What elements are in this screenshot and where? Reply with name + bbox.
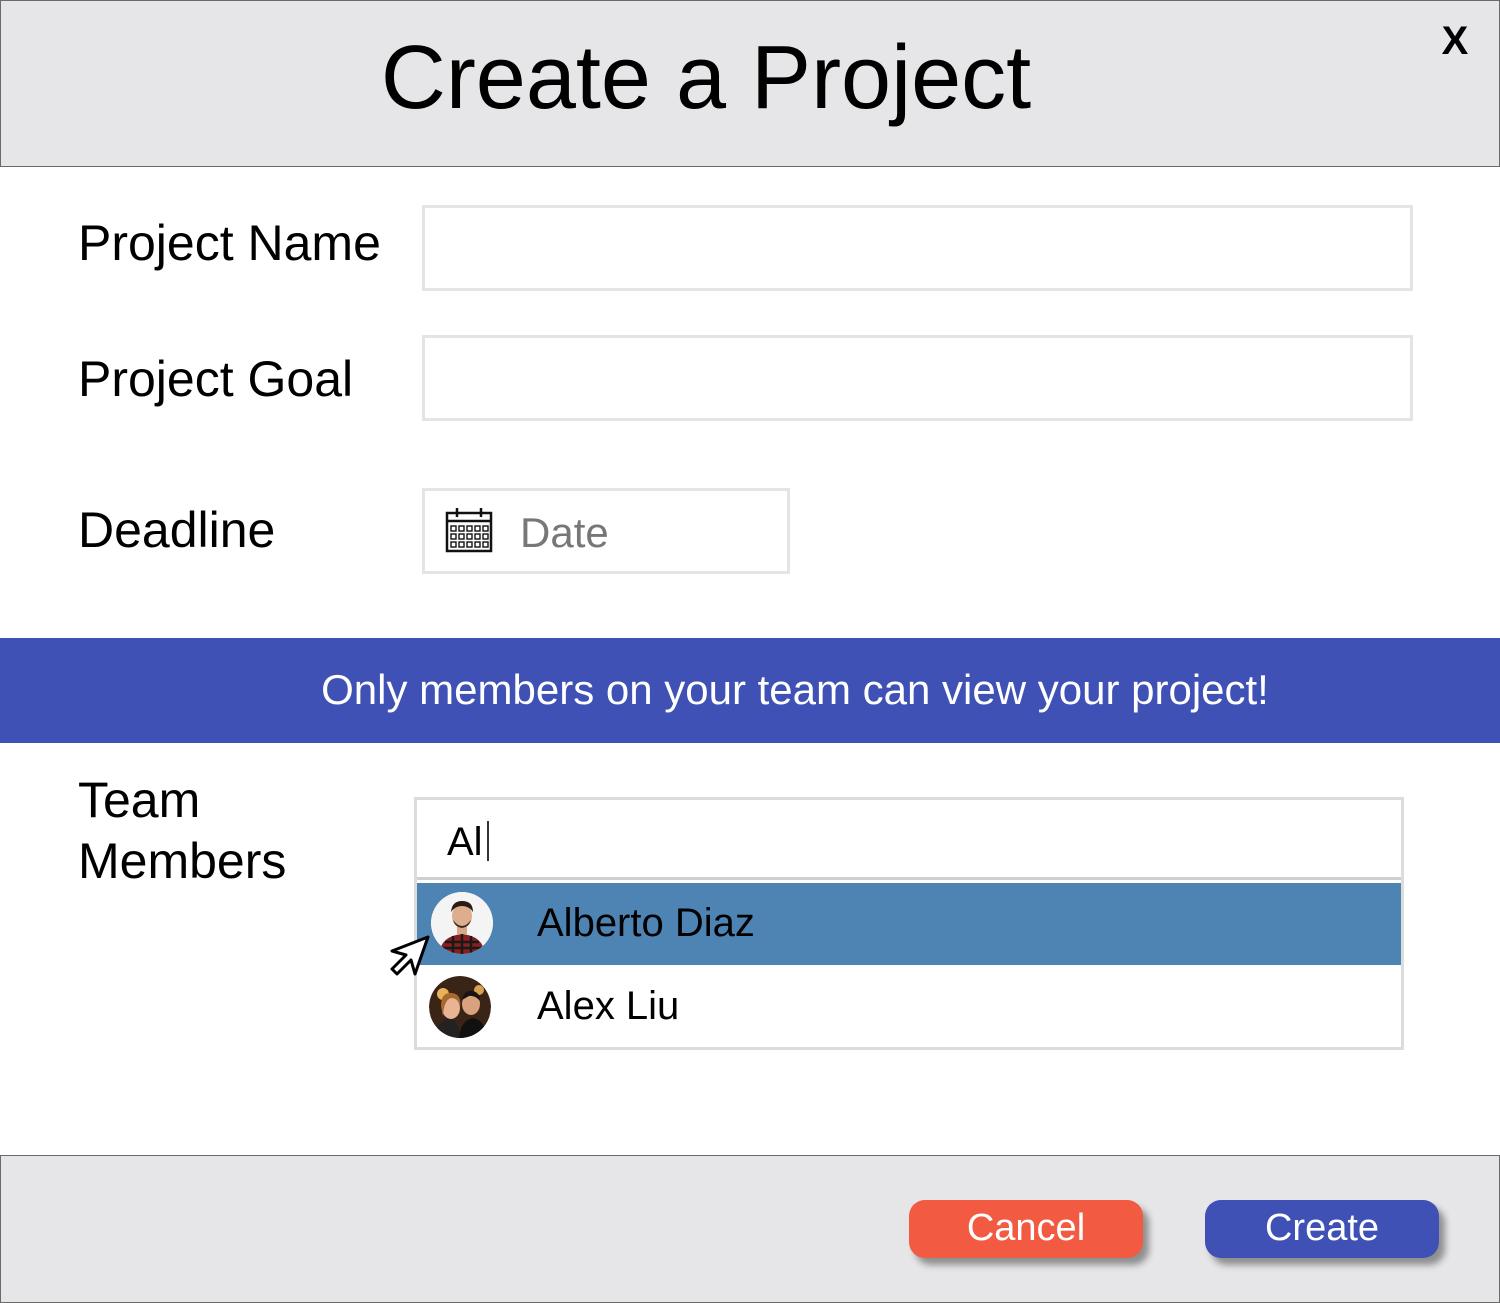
team-label-line2: Members (78, 833, 287, 889)
avatar (431, 892, 493, 954)
mouse-pointer-icon (390, 935, 430, 976)
avatar (429, 976, 491, 1038)
suggestion-name: Alex Liu (537, 984, 680, 1028)
avatar-alberto-icon (431, 892, 493, 954)
dialog-title: Create a Project (380, 28, 1032, 128)
team-label-line1: Team (78, 772, 201, 828)
visibility-banner: Only members on your team can view your … (0, 638, 1500, 743)
close-icon[interactable]: X (1432, 18, 1478, 64)
date-placeholder: Date (520, 509, 609, 556)
banner-text: Only members on your team can view your … (321, 666, 1269, 713)
team-search-value: Al (447, 820, 483, 864)
cancel-button[interactable]: Cancel (909, 1200, 1143, 1258)
project-goal-label: Project Goal (78, 351, 354, 407)
team-members-label: Team Members (78, 770, 286, 892)
deadline-label: Deadline (78, 502, 276, 558)
text-caret (486, 821, 489, 861)
calendar-icon (445, 508, 493, 553)
project-goal-input[interactable] (422, 335, 1413, 421)
deadline-date-picker[interactable]: Date (422, 488, 790, 574)
suggestion-alex-liu[interactable]: Alex Liu (417, 968, 1401, 1050)
project-name-label: Project Name (78, 215, 381, 271)
suggestion-alberto-diaz[interactable]: Alberto Diaz (417, 883, 1401, 965)
avatar-alex-icon (429, 976, 491, 1038)
create-button[interactable]: Create (1205, 1200, 1439, 1258)
team-search-input[interactable]: Al (417, 800, 1401, 880)
suggestion-name: Alberto Diaz (537, 901, 755, 945)
team-members-autocomplete: Al Alberto Diaz Alex Liu (414, 797, 1404, 1050)
project-name-input[interactable] (422, 205, 1413, 291)
